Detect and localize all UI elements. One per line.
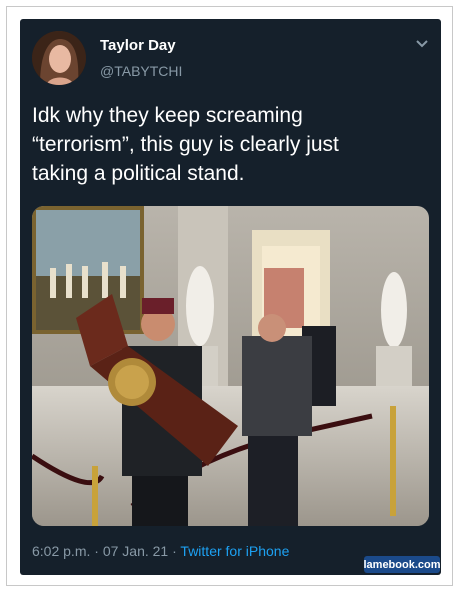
- meta-separator: ·: [90, 543, 103, 559]
- photo-scene: [32, 206, 429, 526]
- author-handle[interactable]: @TABYTCHI: [100, 63, 182, 79]
- meta-separator-2: ·: [168, 543, 181, 559]
- tweet-client[interactable]: Twitter for iPhone: [180, 543, 289, 559]
- tweet-card: Taylor Day @TABYTCHI Idk why they keep s…: [20, 19, 441, 575]
- tweet-meta: 6:02 p.m. · 07 Jan. 21 · Twitter for iPh…: [32, 543, 289, 559]
- tweet-text: Idk why they keep screaming “terrorism”,…: [32, 104, 339, 185]
- tweet-photo[interactable]: [32, 206, 429, 526]
- tweet-time[interactable]: 6:02 p.m.: [32, 543, 90, 559]
- author-name[interactable]: Taylor Day: [100, 37, 176, 54]
- avatar-portrait: [32, 31, 86, 85]
- tweet-date[interactable]: 07 Jan. 21: [103, 543, 168, 559]
- lamebook-watermark: lamebook.com: [363, 556, 441, 573]
- chevron-down-icon[interactable]: [415, 39, 429, 49]
- avatar[interactable]: [32, 31, 86, 85]
